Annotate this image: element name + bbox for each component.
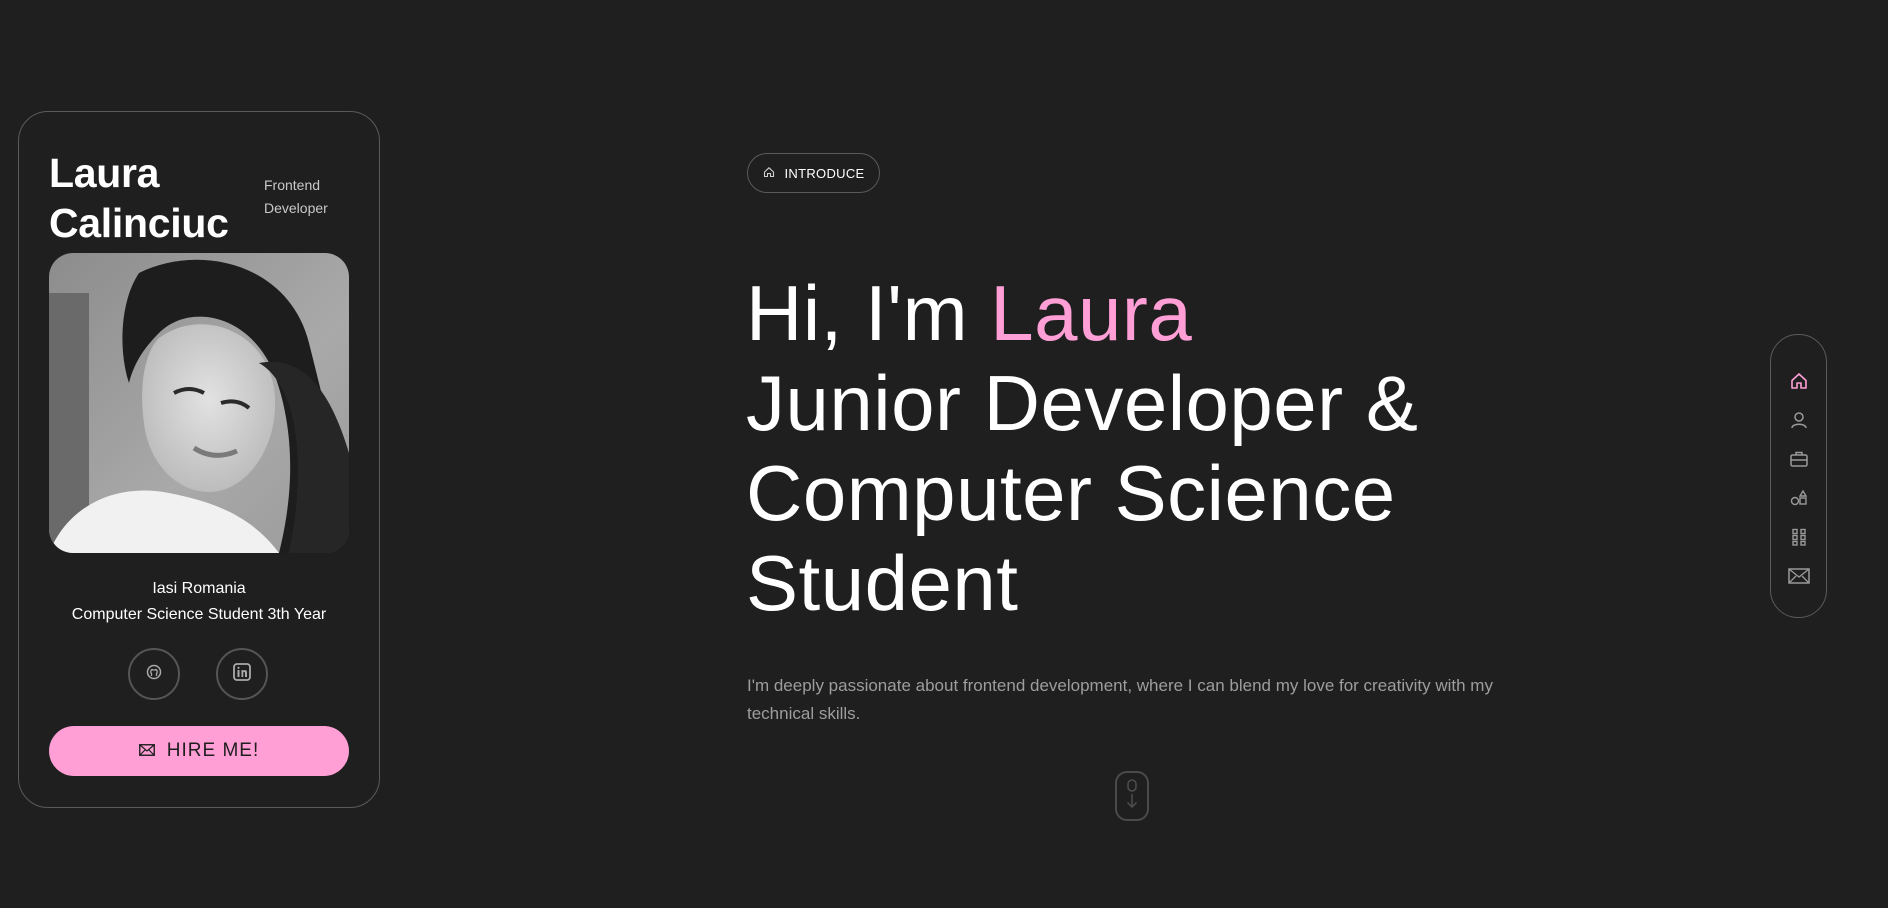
linkedin-icon <box>233 662 251 686</box>
github-button[interactable] <box>128 648 180 700</box>
last-name: Calinciuc <box>49 200 229 246</box>
location-text: Iasi Romania <box>152 580 246 597</box>
mail-icon <box>1788 567 1810 590</box>
grid-icon <box>1789 527 1809 552</box>
nav-services[interactable] <box>1785 486 1813 514</box>
mail-icon <box>138 740 155 762</box>
hire-me-label: HIRE ME! <box>166 740 260 761</box>
introduce-badge: INTRODUCE <box>747 153 880 193</box>
study-text: Computer Science Student 3th Year <box>71 606 327 623</box>
nav-about[interactable] <box>1785 408 1813 436</box>
nav-portfolio[interactable] <box>1785 525 1813 553</box>
hire-me-button[interactable]: HIRE ME! <box>49 726 349 776</box>
profile-name: Laura Calinciuc <box>49 148 229 248</box>
title-line-2: Computer Science <box>746 449 1396 537</box>
highlighted-name: Laura <box>990 269 1193 357</box>
profile-role: Frontend Developer <box>264 174 328 220</box>
badge-label: INTRODUCE <box>784 165 865 181</box>
nav-resume[interactable] <box>1785 447 1813 475</box>
nav-contact[interactable] <box>1785 564 1813 592</box>
intro-description: I'm deeply passionate about frontend dev… <box>747 676 1493 723</box>
role-line-2: Developer <box>264 200 328 216</box>
mouse-icon <box>1125 778 1139 815</box>
side-navigation <box>1770 334 1827 618</box>
first-name: Laura <box>49 150 160 196</box>
home-icon <box>763 166 775 181</box>
role-line-1: Frontend <box>264 177 321 193</box>
title-line-3: Student <box>746 539 1019 627</box>
linkedin-button[interactable] <box>216 648 268 700</box>
github-icon <box>146 664 162 685</box>
hero-heading: Hi, I'm Laura Junior Developer & Compute… <box>746 268 1418 628</box>
user-icon <box>1789 410 1809 435</box>
shapes-icon <box>1789 488 1809 513</box>
profile-card: Laura Calinciuc Frontend Developer Iasi … <box>18 111 380 808</box>
scroll-down-indicator[interactable] <box>1115 771 1149 821</box>
nav-home[interactable] <box>1785 369 1813 397</box>
briefcase-icon <box>1789 449 1809 474</box>
home-icon <box>1789 371 1809 396</box>
title-line-1: Junior Developer & <box>746 359 1419 447</box>
greeting-text: Hi, I'm <box>746 269 991 357</box>
profile-photo <box>49 253 349 553</box>
